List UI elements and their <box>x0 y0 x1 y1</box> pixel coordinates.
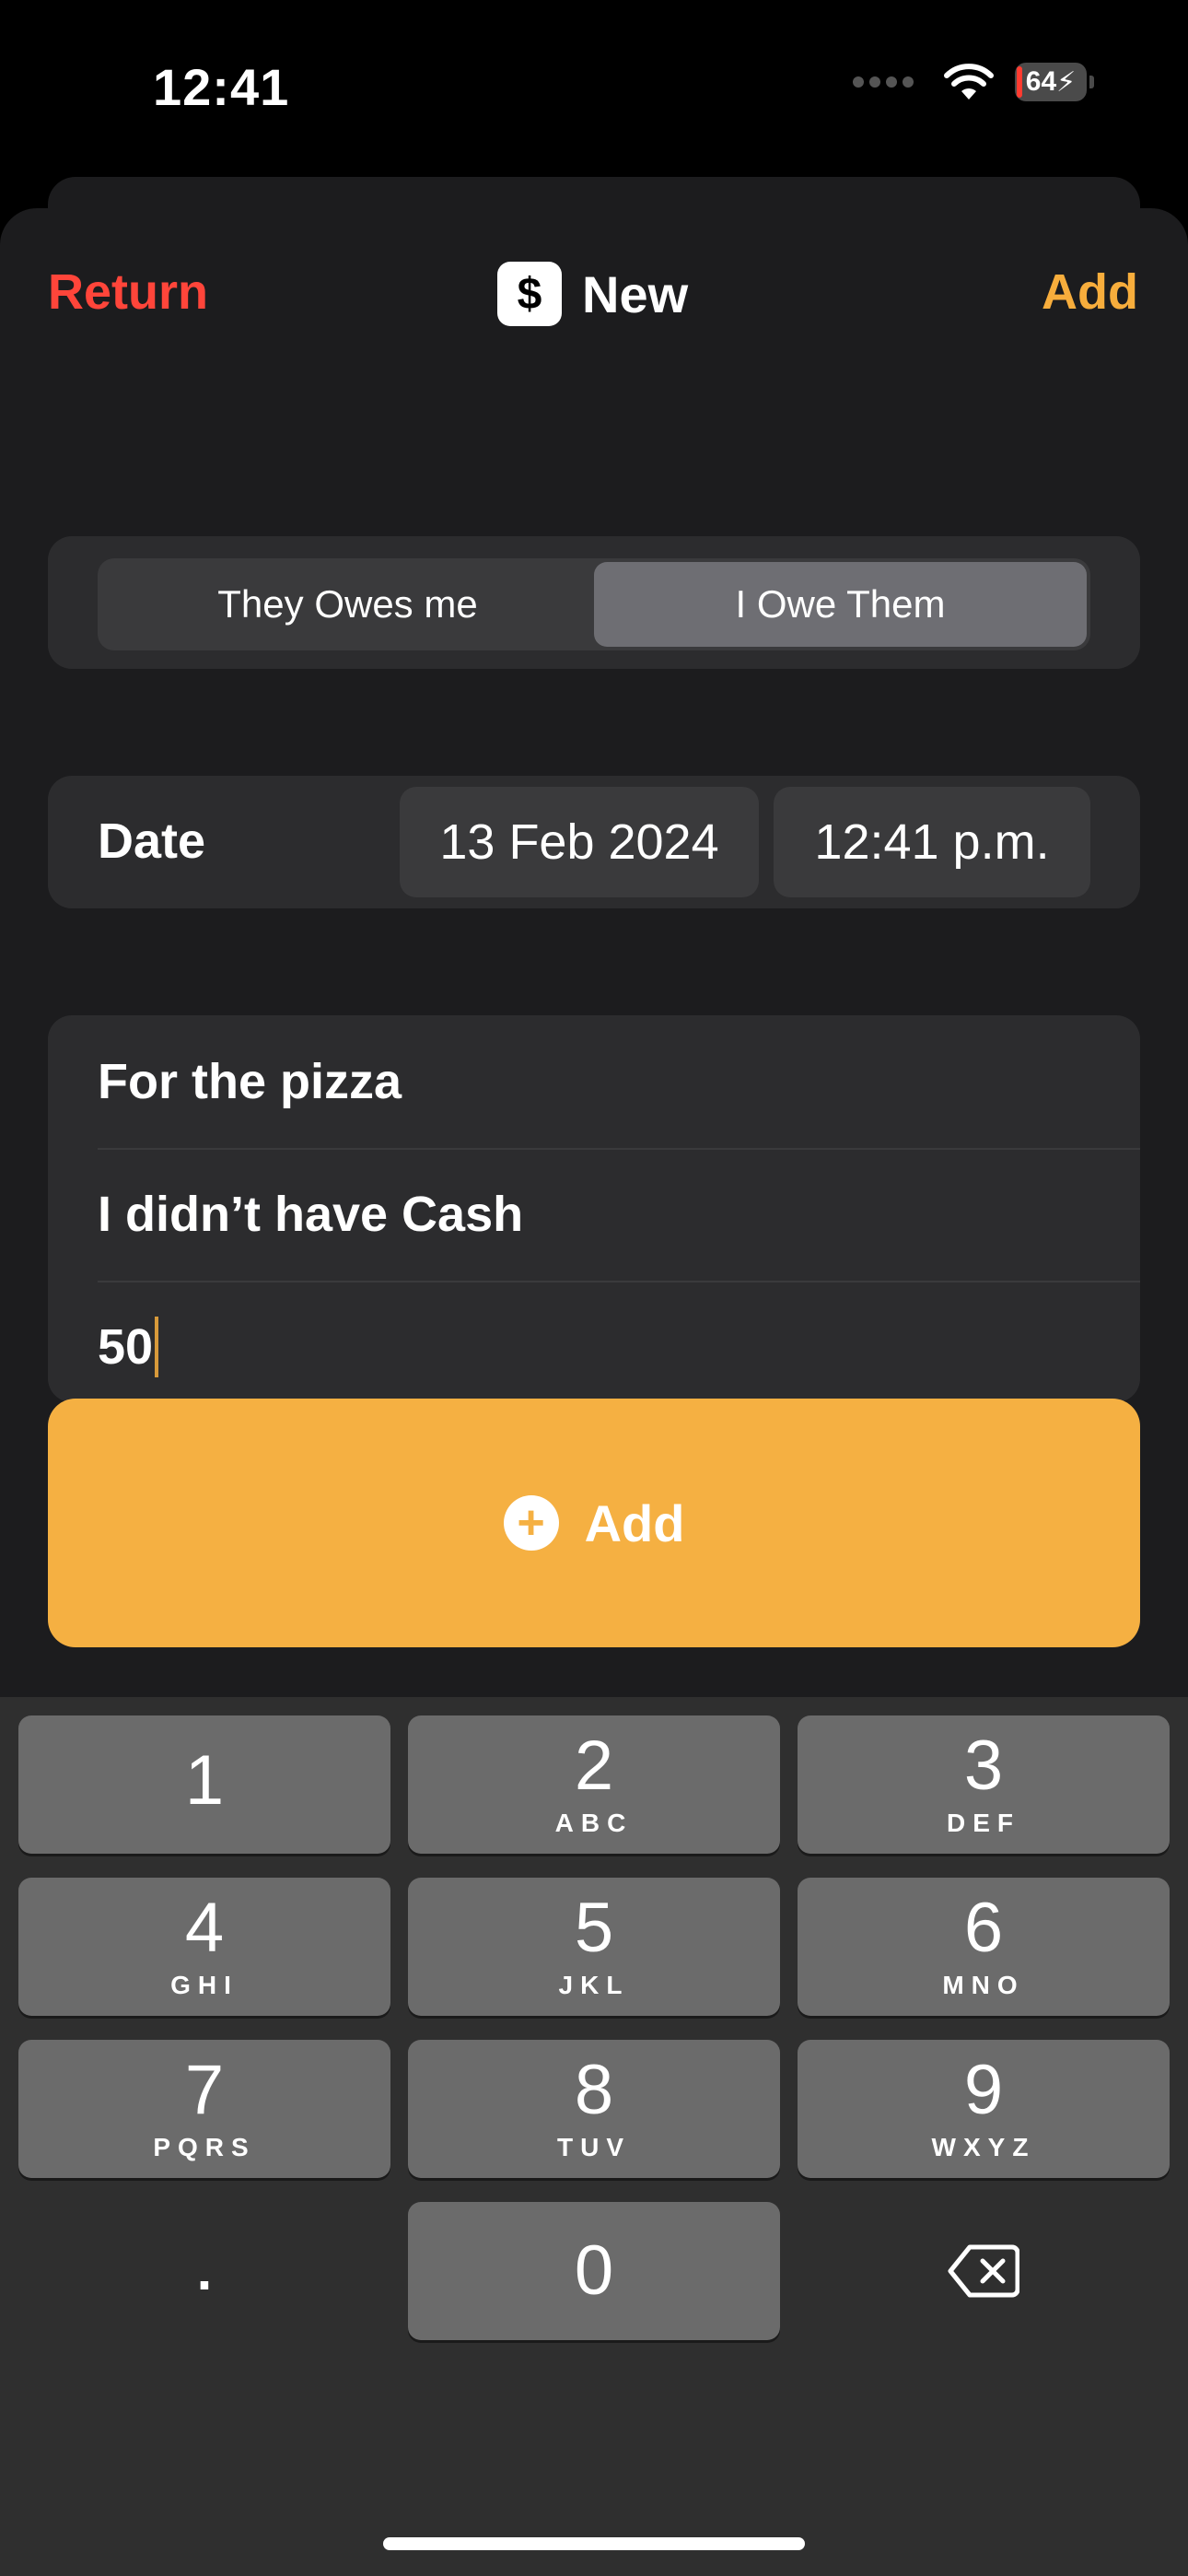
cellular-signal-icon <box>853 76 914 88</box>
plus-circle-icon: + <box>503 1495 559 1551</box>
key-9[interactable]: 9 WXYZ <box>798 2040 1170 2178</box>
return-button[interactable]: Return <box>48 263 208 321</box>
home-indicator[interactable] <box>383 2537 805 2550</box>
dollar-icon: $ <box>497 262 562 326</box>
title-field[interactable]: For the pizza <box>98 1015 1140 1150</box>
amount-value: 50 <box>98 1319 154 1375</box>
key-0[interactable]: 0 <box>408 2202 780 2340</box>
segment-they-owe-me[interactable]: They Owes me <box>101 562 594 647</box>
direction-card: They Owes me I Owe Them <box>48 536 1140 669</box>
nav-title: $ New <box>497 262 688 326</box>
delete-key[interactable] <box>798 2202 1170 2340</box>
key-decimal[interactable]: . <box>18 2202 390 2340</box>
time-picker[interactable]: 12:41 p.m. <box>774 787 1090 897</box>
segment-i-owe-them[interactable]: I Owe Them <box>594 562 1087 647</box>
key-2[interactable]: 2 ABC <box>408 1715 780 1854</box>
battery-level: 64 <box>1025 66 1057 97</box>
status-time: 12:41 <box>153 58 290 116</box>
direction-segmented-control: They Owes me I Owe Them <box>98 558 1090 650</box>
key-4[interactable]: 4 GHI <box>18 1878 390 2016</box>
key-6[interactable]: 6 MNO <box>798 1878 1170 2016</box>
note-field[interactable]: I didn’t have Cash <box>98 1148 1140 1282</box>
delete-backward-icon <box>948 2244 1019 2298</box>
text-cursor <box>155 1317 159 1377</box>
page-title: New <box>582 264 689 323</box>
key-1[interactable]: 1 <box>18 1715 390 1854</box>
date-label: Date <box>98 814 206 869</box>
date-card: Date 13 Feb 2024 12:41 p.m. <box>48 776 1140 908</box>
key-8[interactable]: 8 TUV <box>408 2040 780 2178</box>
status-icons: 64 ⚡ <box>853 63 1094 101</box>
add-button-label: Add <box>584 1493 685 1552</box>
amount-field[interactable]: 50 <box>98 1281 1140 1402</box>
key-7[interactable]: 7 PQRS <box>18 2040 390 2178</box>
numeric-keypad: 1 2 ABC 3 DEF 4 GHI 5 JKL 6 MNO 7 PQRS 8 TUV 9W… <box>0 1697 1188 2576</box>
add-button[interactable]: + Add <box>48 1399 1140 1647</box>
add-nav-button[interactable]: Add <box>1042 263 1138 321</box>
details-form: For the pizza I didn’t have Cash 50 <box>48 1015 1140 1402</box>
date-picker[interactable]: 13 Feb 2024 <box>400 787 759 897</box>
key-3[interactable]: 3 DEF <box>798 1715 1170 1854</box>
battery-icon: 64 ⚡ <box>1015 63 1094 101</box>
key-5[interactable]: 5 JKL <box>408 1878 780 2016</box>
wifi-icon <box>944 64 994 100</box>
